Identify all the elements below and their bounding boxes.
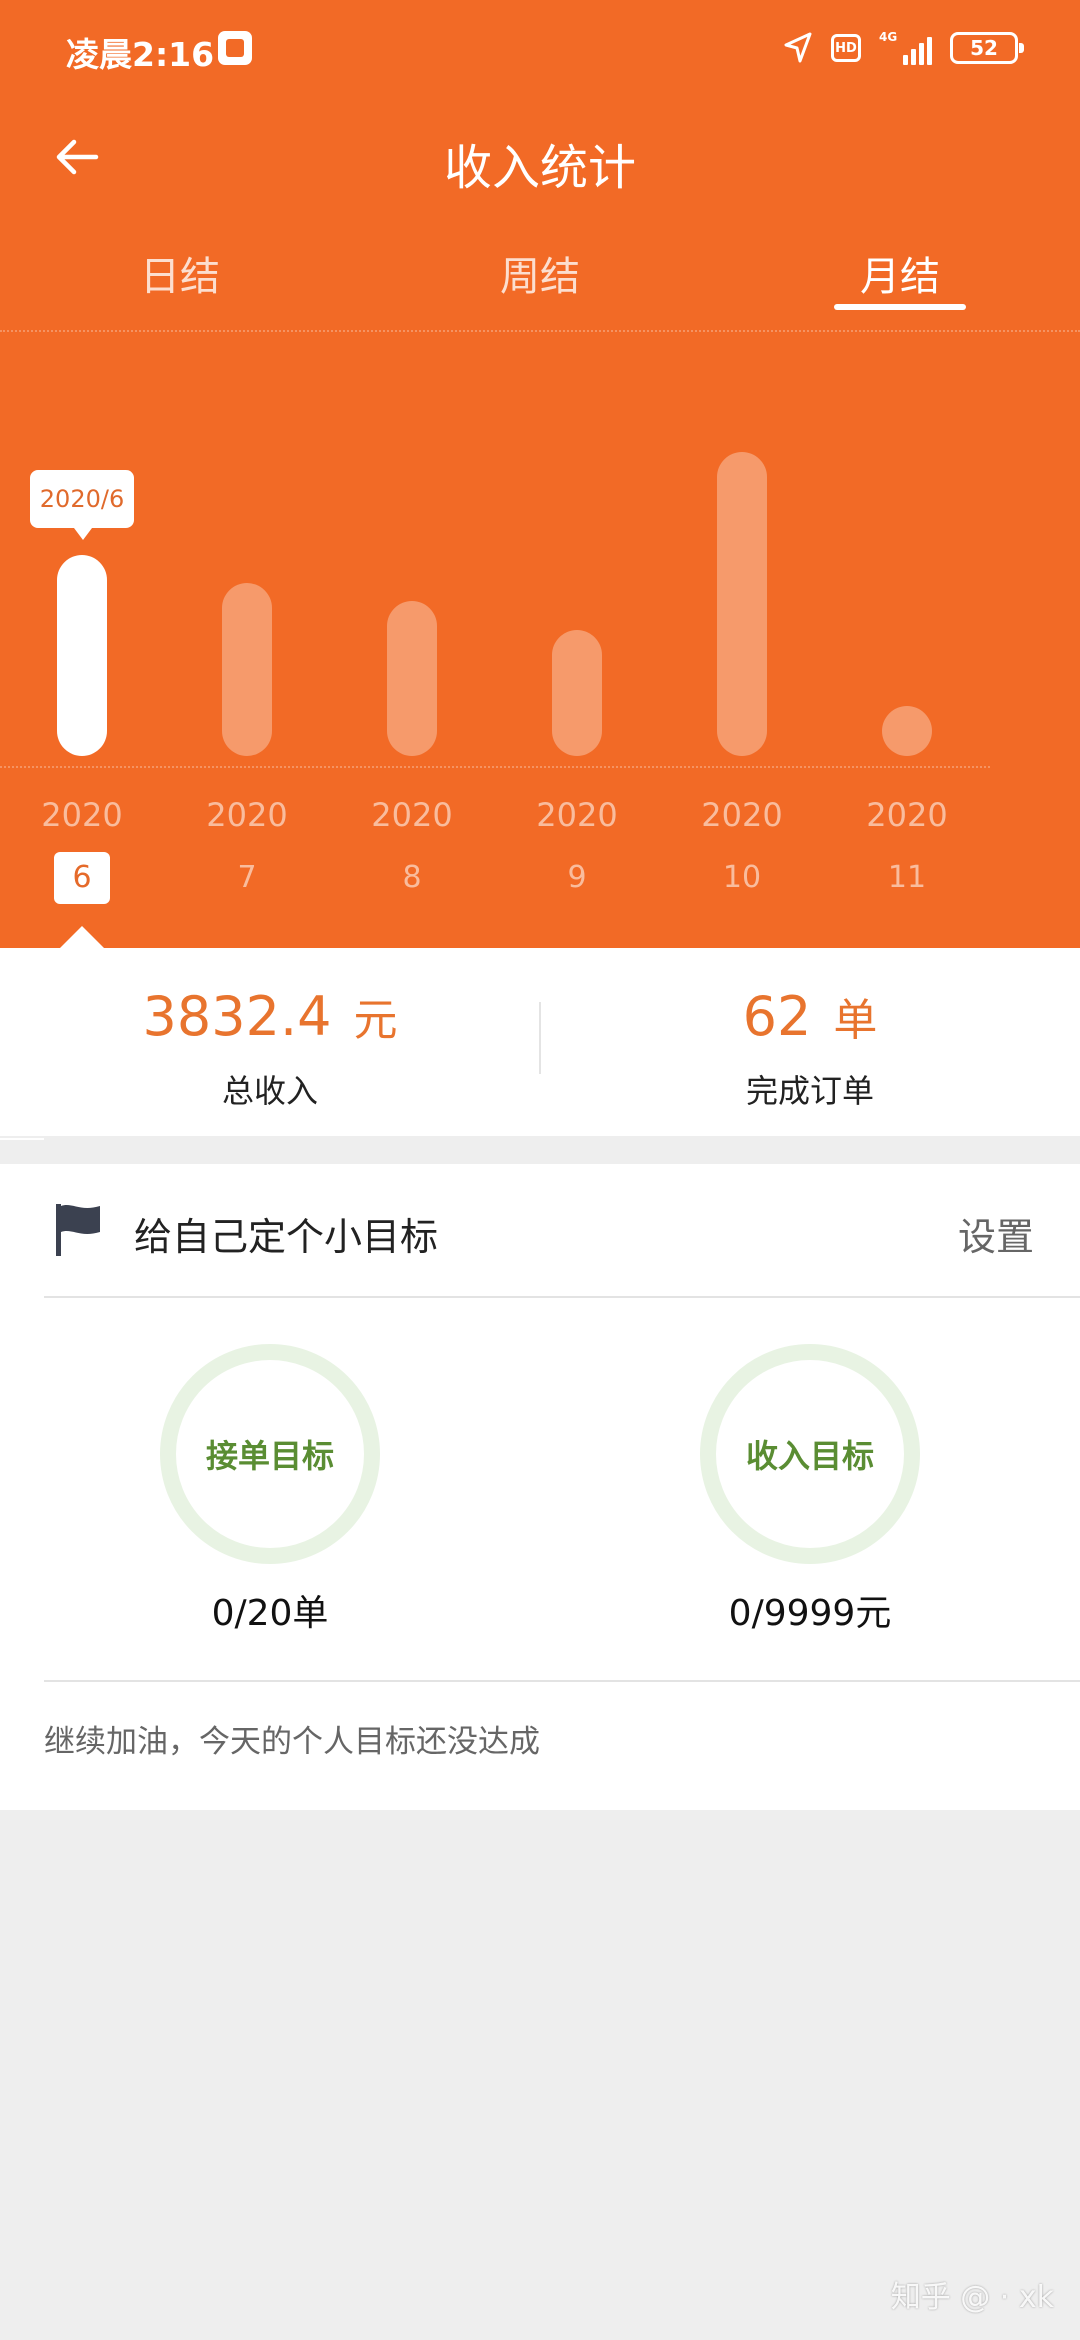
income-goal-label: 收入目标 <box>745 1437 874 1475</box>
x-axis-year-label: 2020 <box>371 796 453 834</box>
order-goal-value: 0/20单 <box>211 1593 329 1634</box>
chart-bar[interactable] <box>882 706 932 756</box>
status-time: 凌晨2:16 <box>66 35 215 74</box>
income-summary: 3832.4 元 总收入 62 单 完成订单 <box>0 948 1080 1136</box>
chart-bar[interactable] <box>57 555 107 756</box>
x-axis-month-label[interactable]: 7 <box>219 852 275 904</box>
chart-bar[interactable] <box>387 601 437 756</box>
x-axis-year-label: 2020 <box>701 796 783 834</box>
watermark: 知乎 @ · xk <box>890 2280 1054 2315</box>
completed-orders-unit: 单 <box>833 995 878 1046</box>
goal-divider-top <box>44 1296 1080 1298</box>
goal-settings-button[interactable]: 设置 <box>958 1206 1034 1261</box>
page-title: 收入统计 <box>443 140 636 196</box>
completed-orders-value: 62 单 <box>540 984 1080 1048</box>
chart-tooltip: 2020/6 <box>30 470 134 540</box>
battery-icon: 52 <box>950 32 1024 64</box>
x-axis-month-label[interactable]: 11 <box>879 852 935 904</box>
chart-bar[interactable] <box>222 583 272 756</box>
completed-orders-label: 完成订单 <box>745 1072 874 1110</box>
order-goal-ring[interactable]: 接单目标 <box>160 1344 380 1564</box>
chart-top-divider <box>0 330 1080 332</box>
income-goal-ring[interactable]: 收入目标 <box>700 1344 920 1564</box>
x-axis-year-label: 2020 <box>206 796 288 834</box>
hd-icon: HD <box>831 34 861 62</box>
goal-divider-bottom <box>44 1680 1080 1682</box>
status-icons: HD 4G 52 <box>783 28 1024 68</box>
chart-bar[interactable] <box>552 630 602 756</box>
goal-title: 给自己定个小目标 <box>134 1215 439 1259</box>
network-type: 4G <box>879 30 898 44</box>
signal-icon: 4G <box>879 31 932 65</box>
total-income-unit: 元 <box>353 995 398 1046</box>
goal-card: 给自己定个小目标 设置 接单目标 0/20单 收入目标 0/9999元 继续加油… <box>0 1164 1080 1810</box>
completed-orders-count: 62 <box>742 985 812 1048</box>
chart-bar[interactable] <box>717 452 767 756</box>
tab-active-indicator <box>834 304 966 310</box>
x-axis-month-label[interactable]: 10 <box>714 852 770 904</box>
tab-weekly[interactable]: 周结 <box>430 244 650 302</box>
x-axis-year-label: 2020 <box>41 796 123 834</box>
tab-monthly[interactable]: 月结 <box>790 244 1010 302</box>
goal-message: 继续加油，今天的个人目标还没达成 <box>44 1724 540 1760</box>
x-axis-year-label: 2020 <box>536 796 618 834</box>
separator-line <box>0 1138 44 1140</box>
selection-pointer <box>60 926 104 948</box>
total-income-value: 3832.4 元 <box>0 984 540 1048</box>
x-axis-month-label[interactable]: 8 <box>384 852 440 904</box>
x-axis-month-label[interactable]: 6 <box>54 852 110 904</box>
app-notification-icon <box>218 31 252 65</box>
battery-level: 52 <box>970 36 998 60</box>
x-axis-year-label: 2020 <box>866 796 948 834</box>
x-axis-month-label[interactable]: 9 <box>549 852 605 904</box>
order-goal-label: 接单目标 <box>205 1437 334 1475</box>
total-income-amount: 3832.4 <box>142 985 332 1048</box>
chart-baseline <box>0 766 990 768</box>
flag-icon <box>56 1204 100 1256</box>
location-arrow-icon <box>784 32 812 63</box>
total-income-label: 总收入 <box>221 1072 318 1110</box>
tab-daily[interactable]: 日结 <box>70 244 290 302</box>
income-goal-value: 0/9999元 <box>728 1593 892 1634</box>
